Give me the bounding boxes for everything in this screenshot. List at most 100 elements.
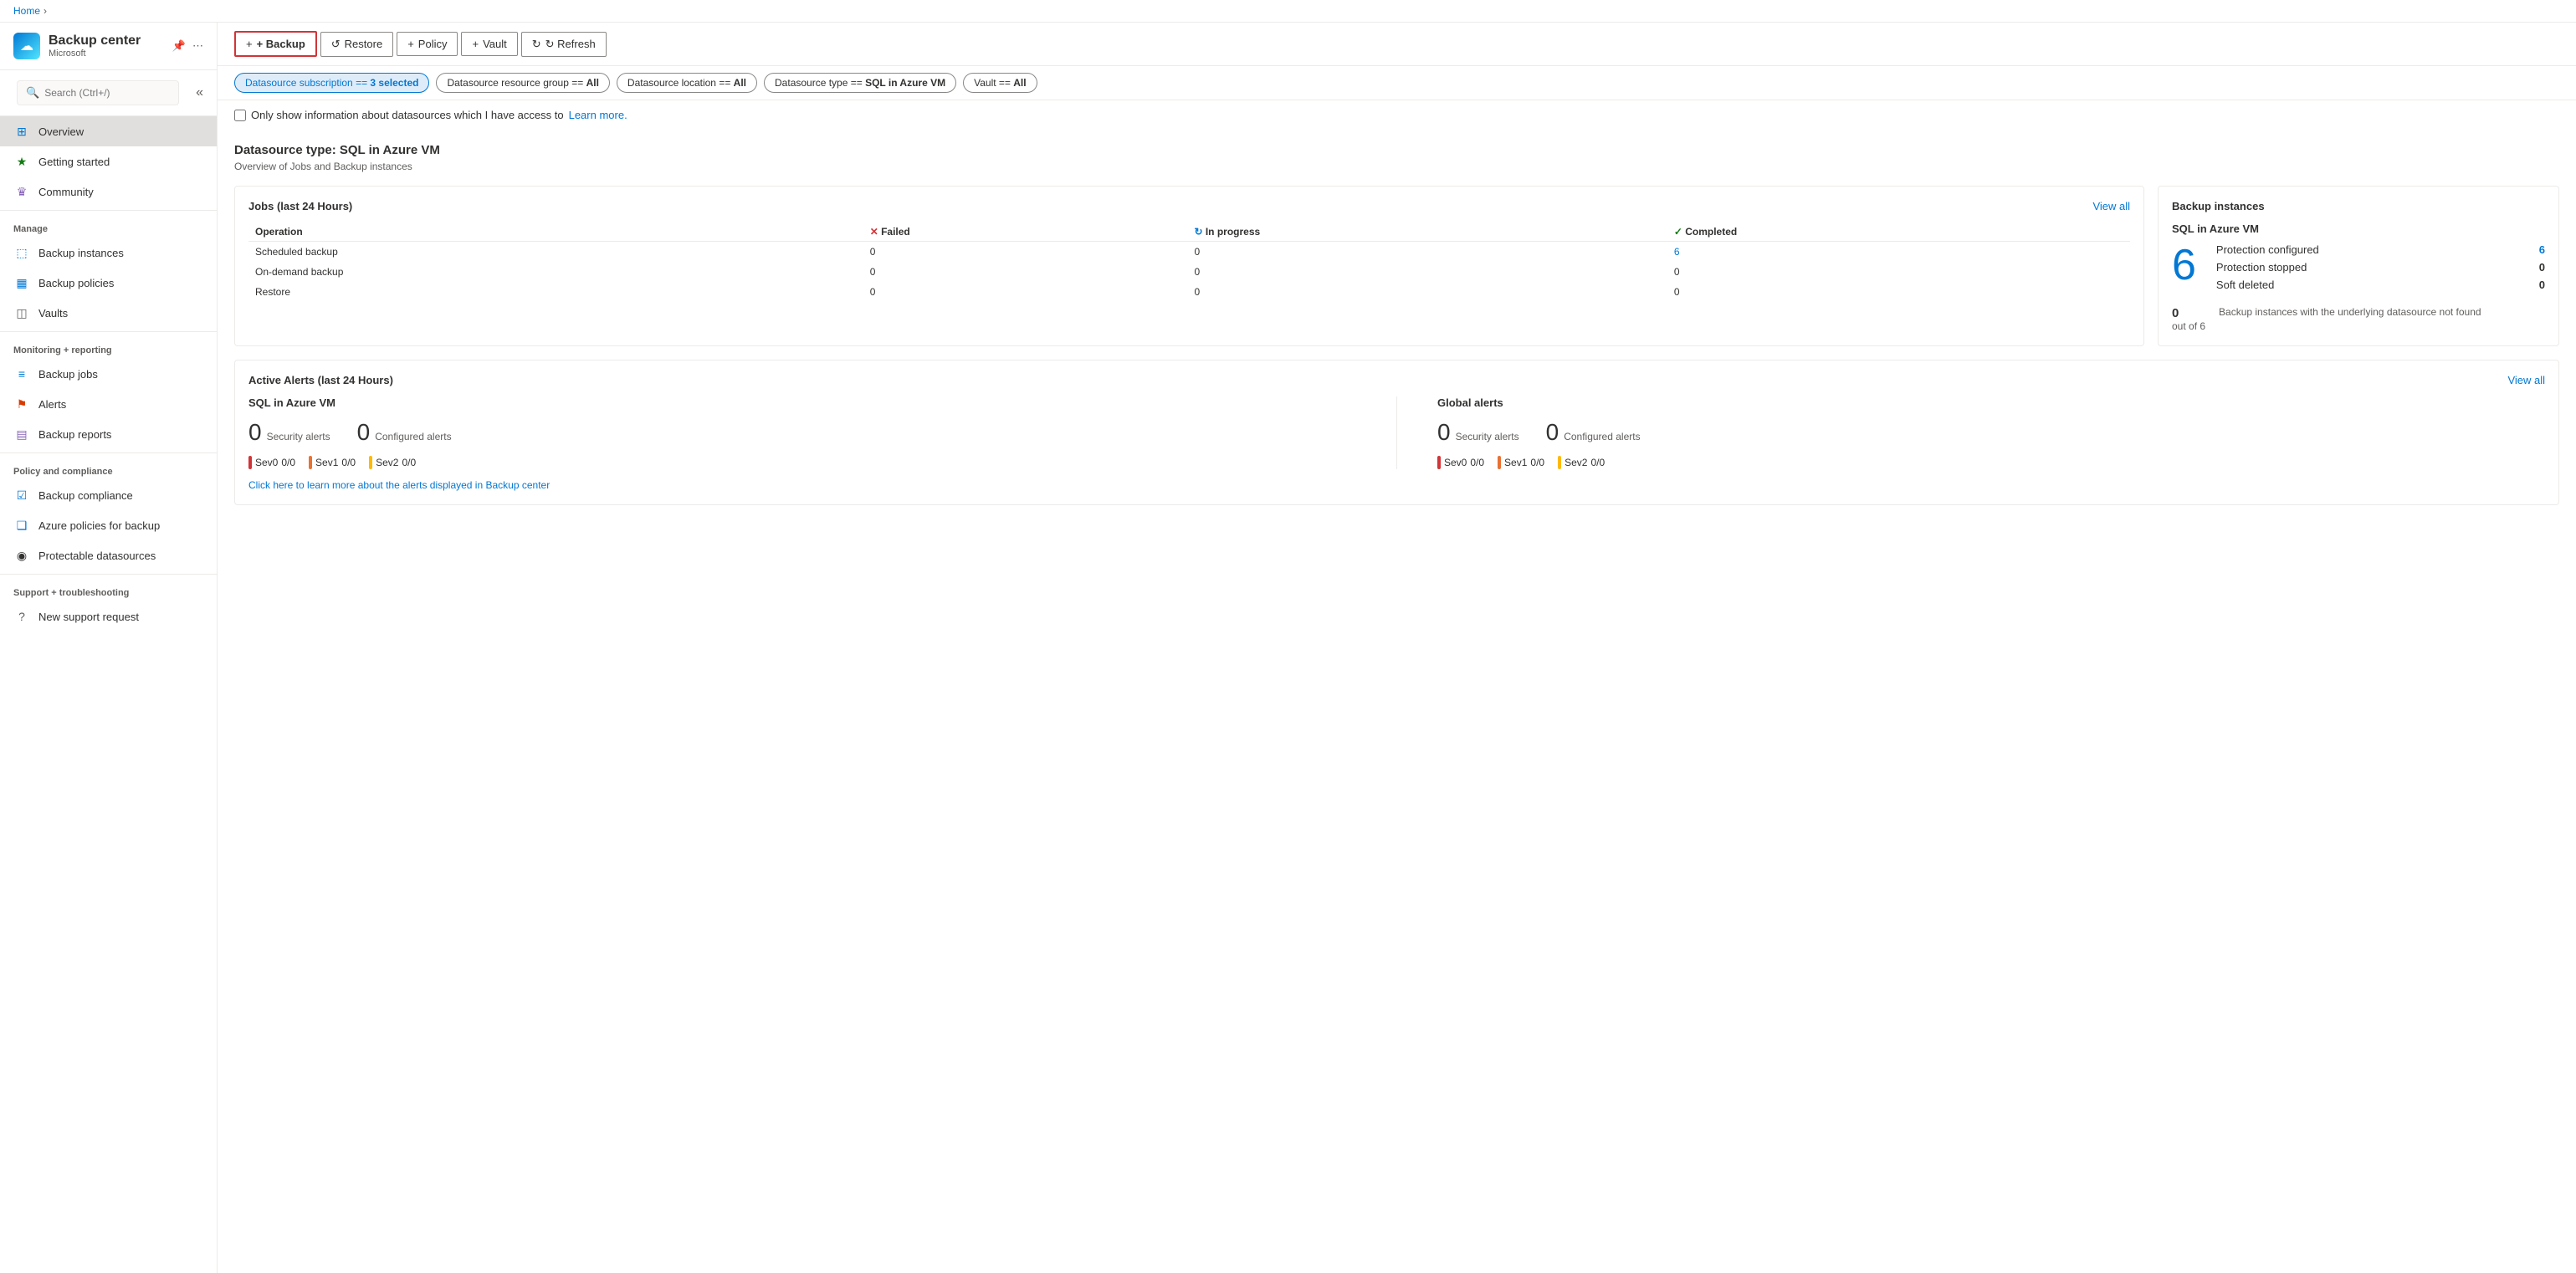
backup-compliance-icon: ☑ xyxy=(13,487,30,504)
filter-vault[interactable]: Vault == All xyxy=(963,73,1037,93)
sidebar-item-overview[interactable]: ⊞ Overview xyxy=(0,116,217,146)
sidebar-item-backup-jobs[interactable]: ≡ Backup jobs xyxy=(0,359,217,389)
policy-button[interactable]: + Policy xyxy=(397,32,458,56)
access-filter-checkbox[interactable] xyxy=(234,110,246,121)
jobs-view-all[interactable]: View all xyxy=(2092,200,2130,212)
sidebar-item-backup-policies[interactable]: ▦ Backup policies xyxy=(0,268,217,298)
filter-type[interactable]: Datasource type == SQL in Azure VM xyxy=(764,73,956,93)
restore-button[interactable]: ↺ Restore xyxy=(320,32,393,57)
backup-button[interactable]: + + Backup xyxy=(234,31,317,57)
sev-sql-0: Sev0 0/0 xyxy=(248,456,295,469)
nav-divider-3 xyxy=(0,452,217,453)
content-body: Datasource type: SQL in Azure VM Overvie… xyxy=(218,130,2576,519)
app-logo: ☁ xyxy=(13,33,40,59)
sidebar-item-alerts[interactable]: ⚑ Alerts xyxy=(0,389,217,419)
bi-stats: Protection configured 6 Protection stopp… xyxy=(2216,243,2545,296)
alerts-section-global: Global alerts 0 Security alerts 0 Config… xyxy=(1437,396,2545,469)
sidebar-item-label-azure-policies: Azure policies for backup xyxy=(38,519,160,532)
sev1-bar-global xyxy=(1498,456,1501,469)
backup-label: + Backup xyxy=(257,38,305,50)
alerts-sql-sev-row: Sev0 0/0 Sev1 0/0 Sev2 0/0 xyxy=(248,456,1356,469)
backup-reports-icon: ▤ xyxy=(13,426,30,442)
alerts-global-sev-row: Sev0 0/0 Sev1 0/0 Sev2 0/0 xyxy=(1437,456,2545,469)
job-inprogress-1: 0 xyxy=(1187,262,1667,282)
backup-instances-icon: ⬚ xyxy=(13,244,30,261)
bi-stat-val-0[interactable]: 6 xyxy=(2539,243,2545,256)
support-icon: ? xyxy=(13,608,30,625)
job-completed-2: 0 xyxy=(1667,282,2130,302)
learn-more-link[interactable]: Learn more. xyxy=(569,109,627,121)
completed-link-0[interactable]: 6 xyxy=(1674,246,1680,258)
sidebar-item-label-alerts: Alerts xyxy=(38,398,66,411)
collapse-button[interactable]: « xyxy=(189,82,210,104)
alert-sql-security-num: 0 xyxy=(248,419,262,446)
bi-stat-row-0: Protection configured 6 xyxy=(2216,243,2545,256)
sev2-val-global: 0/0 xyxy=(1590,457,1605,468)
sev-sql-1: Sev1 0/0 xyxy=(309,456,356,469)
bi-stat-val-2: 0 xyxy=(2539,279,2545,291)
sidebar-header-icons[interactable]: 📌 ⋯ xyxy=(172,39,203,53)
alert-global-security: 0 Security alerts xyxy=(1437,419,1519,446)
completed-icon: ✓ xyxy=(1674,226,1682,238)
breadcrumb-home[interactable]: Home xyxy=(13,5,40,17)
more-icon[interactable]: ⋯ xyxy=(192,39,203,53)
refresh-button[interactable]: ↻ ↻ Refresh xyxy=(521,32,607,57)
bi-card-title: Backup instances xyxy=(2172,200,2545,212)
section-label-policy: Policy and compliance xyxy=(0,457,217,480)
backup-policies-icon: ▦ xyxy=(13,274,30,291)
bi-footer-desc: Backup instances with the underlying dat… xyxy=(2219,306,2481,318)
sidebar-item-community[interactable]: ♛ Community xyxy=(0,176,217,207)
alerts-sql-title: SQL in Azure VM xyxy=(248,396,1356,409)
alert-sql-configured: 0 Configured alerts xyxy=(357,419,452,446)
sidebar-item-backup-reports[interactable]: ▤ Backup reports xyxy=(0,419,217,449)
filter-resource-group[interactable]: Datasource resource group == All xyxy=(436,73,609,93)
getting-started-icon: ★ xyxy=(13,153,30,170)
pin-icon[interactable]: 📌 xyxy=(172,39,186,53)
vault-plus-icon: + xyxy=(472,38,479,50)
alerts-card: Active Alerts (last 24 Hours) View all S… xyxy=(234,360,2559,505)
alerts-title-text: Active Alerts (last 24 Hours) xyxy=(248,374,393,386)
main-content: + + Backup ↺ Restore + Policy + Vault ↻ … xyxy=(218,23,2576,1273)
vaults-icon: ◫ xyxy=(13,304,30,321)
vault-button[interactable]: + Vault xyxy=(461,32,517,56)
job-failed-0: 0 xyxy=(863,242,1188,263)
access-filter-label[interactable]: Only show information about datasources … xyxy=(234,109,627,121)
restore-label: Restore xyxy=(345,38,383,50)
section-label-manage: Manage xyxy=(0,214,217,238)
alerts-learn-more-link[interactable]: Click here to learn more about the alert… xyxy=(248,479,550,491)
search-box[interactable]: 🔍 xyxy=(17,80,179,105)
backup-jobs-icon: ≡ xyxy=(13,366,30,382)
sidebar-item-backup-instances[interactable]: ⬚ Backup instances xyxy=(0,238,217,268)
alerts-card-title: Active Alerts (last 24 Hours) View all xyxy=(248,374,2545,386)
jobs-col-inprogress: ↻ In progress xyxy=(1187,222,1667,242)
sidebar-item-label-backup-policies: Backup policies xyxy=(38,277,114,289)
sev-global-0: Sev0 0/0 xyxy=(1437,456,1484,469)
bi-content: 6 Protection configured 6 Protection sto… xyxy=(2172,243,2545,296)
sev0-val-sql: 0/0 xyxy=(281,457,295,468)
sev1-label-sql: Sev1 xyxy=(315,457,338,468)
alerts-sections-row: SQL in Azure VM 0 Security alerts 0 Conf… xyxy=(248,396,2545,469)
sev0-label-global: Sev0 xyxy=(1444,457,1467,468)
sev2-label-global: Sev2 xyxy=(1565,457,1587,468)
job-op-2: Restore xyxy=(248,282,863,302)
app-title: Backup center xyxy=(49,33,141,49)
filter-subscription[interactable]: Datasource subscription == 3 selected xyxy=(234,73,429,93)
job-failed-2: 0 xyxy=(863,282,1188,302)
sidebar-item-protectable-datasources[interactable]: ◉ Protectable datasources xyxy=(0,540,217,570)
search-input[interactable] xyxy=(44,87,170,99)
nav-divider-1 xyxy=(0,210,217,211)
filter-location[interactable]: Datasource location == All xyxy=(617,73,757,93)
bi-stat-label-2: Soft deleted xyxy=(2216,279,2274,291)
backup-instances-card: Backup instances SQL in Azure VM 6 Prote… xyxy=(2158,186,2559,346)
sidebar-item-new-support[interactable]: ? New support request xyxy=(0,601,217,631)
filter-subscription-label: Datasource subscription == 3 selected xyxy=(245,77,418,89)
sidebar-item-vaults[interactable]: ◫ Vaults xyxy=(0,298,217,328)
overview-icon: ⊞ xyxy=(13,123,30,140)
sidebar-item-azure-policies[interactable]: ❑ Azure policies for backup xyxy=(0,510,217,540)
sidebar-item-getting-started[interactable]: ★ Getting started xyxy=(0,146,217,176)
breadcrumb-bar: Home › xyxy=(0,0,2576,23)
sidebar-item-label-backup-instances: Backup instances xyxy=(38,247,124,259)
alerts-view-all[interactable]: View all xyxy=(2507,374,2545,386)
sidebar-item-backup-compliance[interactable]: ☑ Backup compliance xyxy=(0,480,217,510)
table-row: Restore 0 0 0 xyxy=(248,282,2130,302)
